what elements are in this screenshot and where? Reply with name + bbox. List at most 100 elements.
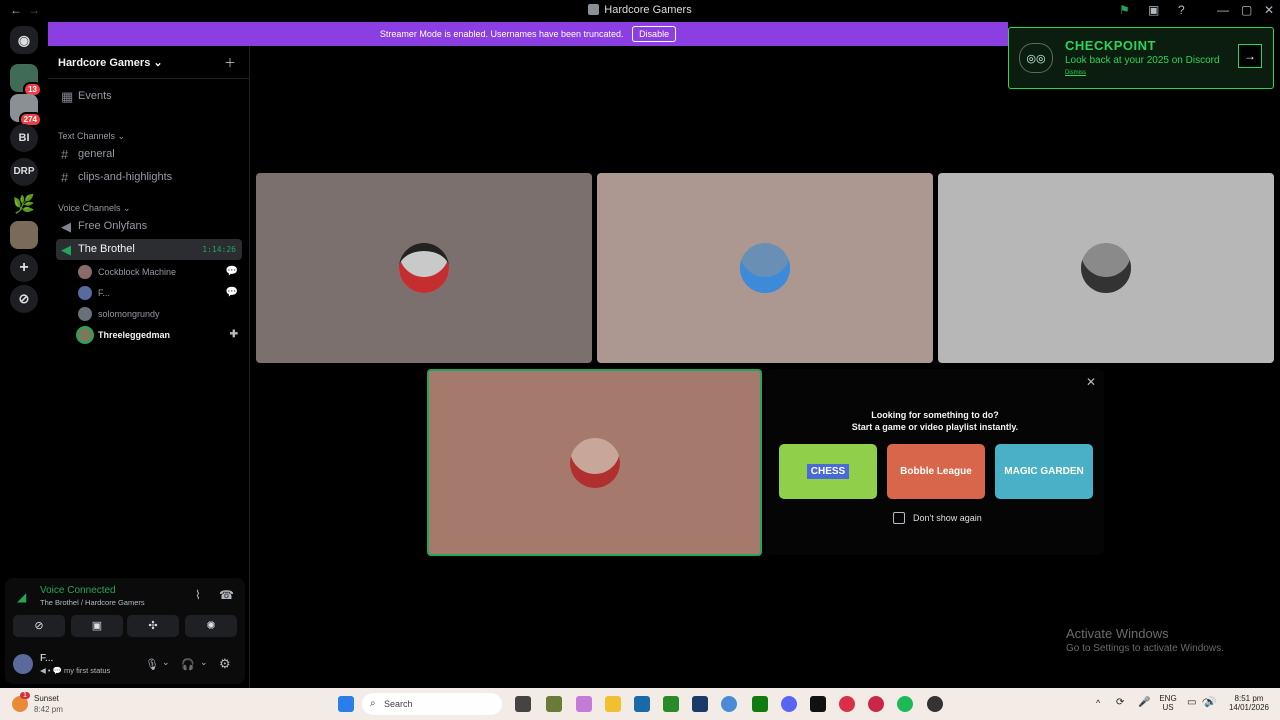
guild-header[interactable]: Hardcore Gamers ⌄ ＋ [48, 46, 250, 79]
flag-icon[interactable]: ⚑ [1119, 3, 1130, 17]
mic-icon[interactable]: 🎤 [1138, 697, 1150, 708]
voice-channel-brothel[interactable]: ◀ The Brothel 1:14:26 [56, 239, 242, 260]
store-icon[interactable] [634, 696, 650, 712]
skate-icon[interactable] [810, 696, 826, 712]
close-window-icon[interactable]: ✕ [1264, 3, 1274, 17]
xbox-icon[interactable] [752, 696, 768, 712]
disable-button[interactable]: Disable [632, 26, 677, 42]
chrome-icon[interactable] [721, 696, 737, 712]
signal-icon: ◢ [17, 590, 27, 604]
voice-user[interactable]: F... 💬 [78, 283, 242, 303]
add-server-icon[interactable]: + [10, 254, 38, 282]
voice-channel-free[interactable]: ◀ Free Onlyfans [56, 216, 242, 237]
title-bar: ← → Hardcore Gamers ⚑ ▣ ? — ▢ ✕ [0, 0, 1280, 21]
server-2[interactable]: 274 [10, 94, 42, 127]
game-card[interactable]: CHESS [779, 444, 877, 499]
fern-server-icon[interactable]: 🌿 [10, 190, 38, 218]
task-view-icon[interactable] [515, 696, 531, 712]
discord-home-icon[interactable]: ◉ [10, 26, 38, 54]
camera-button[interactable]: ⊘ [13, 615, 65, 637]
taskbar: 1 Sunset 8:42 pm ⌕ Search ^ ⟳ 🎤 ENG US ▭ ◠… [0, 688, 1280, 720]
screen-icon: ▣ [91, 620, 103, 632]
voice-user[interactable]: solomongrundy [78, 304, 242, 324]
voice-location[interactable]: The Brothel / Hardcore Gamers [40, 598, 145, 607]
nvidia-icon[interactable] [663, 696, 679, 712]
channel-clips[interactable]: # clips-and-highlights [56, 167, 242, 188]
avatar [569, 437, 620, 488]
video-tile[interactable] [597, 173, 933, 363]
arrow-right-icon[interactable]: → [1238, 44, 1262, 68]
server-1[interactable]: 13 [10, 64, 42, 97]
vim-icon[interactable] [546, 696, 562, 712]
discover-icon[interactable]: ⊘ [10, 285, 38, 313]
weather-name[interactable]: Sunset [34, 694, 59, 703]
inbox-icon[interactable]: ▣ [1148, 3, 1159, 17]
maximize-icon[interactable]: ▢ [1241, 3, 1252, 17]
xbox-icon: ✚ [229, 329, 238, 340]
voice-status[interactable]: Voice Connected [40, 585, 116, 596]
settings-gear-icon[interactable]: ⚙ [219, 656, 231, 672]
headphones-icon[interactable]: 🎧 [181, 658, 195, 671]
battery-icon[interactable]: ▭ [1187, 697, 1196, 708]
call-timer: 1:14:26 [202, 245, 236, 254]
screenshare-button[interactable]: ▣ [71, 615, 123, 637]
game-card[interactable]: Bobble League [887, 444, 985, 499]
weather-icon[interactable]: 1 [12, 692, 30, 712]
server-bi[interactable]: BI [10, 124, 38, 152]
mic-icon[interactable]: 🎙 [145, 658, 159, 671]
server-icon [588, 4, 600, 15]
language-indicator[interactable]: ENG US [1158, 694, 1178, 712]
controller-icon: ◎◎ [1019, 43, 1053, 73]
chevron-down-icon[interactable]: ⌄ [162, 657, 170, 668]
clock[interactable]: 8:51 pm 14/01/2026 [1226, 694, 1272, 712]
chat-icon: 💬 [225, 266, 238, 277]
checkpoint-card[interactable]: ◎◎ CHECKPOINT Look back at your 2025 on … [1008, 27, 1274, 89]
noise-suppression-icon[interactable]: ⌇ [195, 588, 201, 602]
user-status: ◀ • 💬 my first status [40, 666, 111, 675]
avatar [78, 307, 92, 321]
sync-icon[interactable]: ⟳ [1116, 697, 1124, 708]
server-drp[interactable]: DRP [10, 158, 38, 186]
minimize-icon[interactable]: — [1217, 3, 1229, 17]
events-item[interactable]: ▦ Events [56, 86, 242, 107]
copilot-icon[interactable] [576, 696, 592, 712]
chevron-down-icon[interactable]: ⌄ [200, 657, 208, 668]
user-name[interactable]: F... [40, 653, 53, 664]
disconnect-icon[interactable]: ☎ [219, 588, 234, 602]
chevron-down-icon: ⌄ [153, 57, 163, 69]
help-icon[interactable]: ? [1178, 3, 1185, 17]
gta-icon[interactable] [839, 696, 855, 712]
voice-user[interactable]: Cockblock Machine 💬 [78, 262, 242, 282]
close-icon[interactable]: ✕ [1086, 375, 1096, 389]
text-channels-header[interactable]: Text Channels ⌄ [58, 131, 125, 142]
spotify-icon[interactable] [897, 696, 913, 712]
avatar [78, 265, 92, 279]
activities-button[interactable]: ✣ [127, 615, 179, 637]
channel-general[interactable]: # general [56, 144, 242, 165]
chevron-up-icon[interactable]: ^ [1096, 698, 1100, 708]
voice-user[interactable]: Threeleggedman ✚ [78, 325, 242, 345]
soundboard-button[interactable]: ✺ [185, 615, 237, 637]
start-icon[interactable] [338, 696, 354, 712]
activity-line1: Looking for something to do? [871, 410, 999, 420]
app-icon[interactable] [927, 696, 943, 712]
explorer-icon[interactable] [605, 696, 621, 712]
camera-off-icon: ⊘ [34, 620, 44, 632]
chat-icon: 💬 [225, 287, 238, 298]
volume-icon[interactable]: 🔊 [1204, 697, 1216, 708]
video-tile[interactable] [938, 173, 1274, 363]
discord-icon[interactable] [781, 696, 797, 712]
dismiss-link[interactable]: Dismiss [1065, 70, 1086, 76]
invite-icon[interactable]: ＋ [224, 54, 236, 71]
avatar[interactable] [13, 654, 33, 674]
game-card[interactable]: MAGIC GARDEN [995, 444, 1093, 499]
search-box[interactable]: ⌕ Search [362, 693, 502, 715]
voice-channels-header[interactable]: Voice Channels ⌄ [58, 203, 131, 214]
server-hardcore-gamers[interactable] [10, 221, 38, 249]
pulse-icon[interactable] [868, 696, 884, 712]
video-tile[interactable] [256, 173, 592, 363]
dont-show-checkbox[interactable] [893, 512, 905, 524]
photoshop-icon[interactable] [692, 696, 708, 712]
voice-panel: ◢ Voice Connected The Brothel / Hardcore… [5, 578, 245, 684]
video-tile-speaking[interactable] [427, 369, 762, 556]
